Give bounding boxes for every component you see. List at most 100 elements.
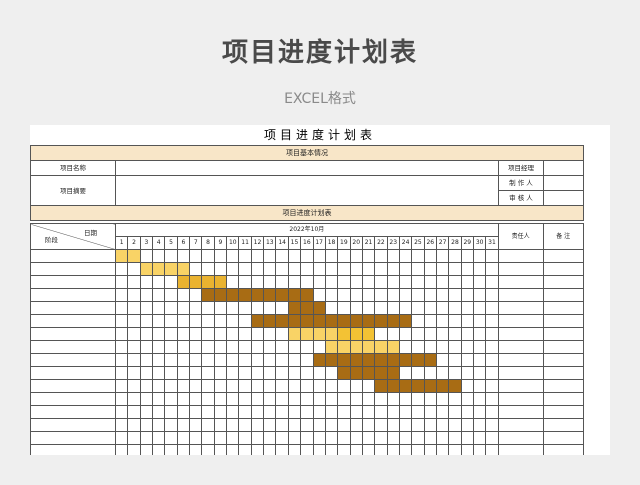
day-cell[interactable] <box>238 262 252 276</box>
schedule-bar-cell[interactable] <box>312 327 326 341</box>
remarks-cell[interactable] <box>542 301 584 315</box>
day-cell[interactable] <box>263 340 277 354</box>
day-cell[interactable] <box>152 301 166 315</box>
schedule-bar-cell[interactable] <box>398 314 413 328</box>
day-cell[interactable] <box>263 275 277 289</box>
schedule-bar-cell[interactable] <box>423 379 437 393</box>
schedule-bar-cell[interactable] <box>386 379 400 393</box>
day-cell[interactable] <box>275 353 289 367</box>
day-cell[interactable] <box>423 249 437 263</box>
day-cell[interactable] <box>127 405 141 419</box>
day-cell[interactable] <box>460 431 474 445</box>
day-cell[interactable] <box>139 379 154 393</box>
schedule-bar-cell[interactable] <box>300 301 314 315</box>
day-cell[interactable] <box>263 379 277 393</box>
day-cell[interactable] <box>435 249 450 263</box>
day-cell[interactable] <box>337 262 351 276</box>
day-cell[interactable] <box>238 392 252 406</box>
day-cell[interactable] <box>213 444 228 455</box>
day-cell[interactable] <box>114 366 129 380</box>
day-cell[interactable] <box>349 301 363 315</box>
schedule-bar-cell[interactable] <box>448 379 462 393</box>
day-cell[interactable] <box>472 275 487 289</box>
project-manager-cell[interactable] <box>543 160 584 176</box>
day-cell[interactable] <box>226 249 240 263</box>
day-cell[interactable] <box>485 288 499 302</box>
day-cell[interactable] <box>287 262 302 276</box>
day-cell[interactable] <box>275 340 289 354</box>
day-cell[interactable] <box>201 405 215 419</box>
day-cell[interactable] <box>398 340 413 354</box>
day-cell[interactable] <box>127 301 141 315</box>
day-cell[interactable] <box>423 340 437 354</box>
day-cell[interactable] <box>139 288 154 302</box>
day-cell[interactable] <box>423 405 437 419</box>
remarks-cell[interactable] <box>542 340 584 354</box>
day-cell[interactable] <box>448 340 462 354</box>
day-cell[interactable] <box>287 249 302 263</box>
schedule-bar-cell[interactable] <box>312 301 326 315</box>
day-cell[interactable] <box>189 366 203 380</box>
day-cell[interactable] <box>152 353 166 367</box>
day-cell[interactable] <box>164 314 178 328</box>
day-cell[interactable] <box>435 431 450 445</box>
day-cell[interactable] <box>152 275 166 289</box>
day-cell[interactable] <box>189 340 203 354</box>
day-cell[interactable] <box>127 366 141 380</box>
day-cell[interactable] <box>263 327 277 341</box>
day-cell[interactable] <box>361 301 376 315</box>
schedule-bar-cell[interactable] <box>263 288 277 302</box>
schedule-bar-cell[interactable] <box>287 301 302 315</box>
day-cell[interactable] <box>460 288 474 302</box>
day-cell[interactable] <box>423 366 437 380</box>
day-cell[interactable] <box>361 405 376 419</box>
day-cell[interactable] <box>139 314 154 328</box>
schedule-bar-cell[interactable] <box>411 379 425 393</box>
remarks-cell[interactable] <box>542 288 584 302</box>
day-cell[interactable] <box>238 249 252 263</box>
day-cell[interactable] <box>238 314 252 328</box>
day-cell[interactable] <box>423 301 437 315</box>
day-cell[interactable] <box>213 327 228 341</box>
maker-cell[interactable] <box>543 175 584 191</box>
day-cell[interactable] <box>398 418 413 432</box>
day-cell[interactable] <box>374 275 388 289</box>
day-cell[interactable] <box>139 431 154 445</box>
day-cell[interactable] <box>238 366 252 380</box>
day-cell[interactable] <box>374 405 388 419</box>
day-cell[interactable] <box>213 379 228 393</box>
day-cell[interactable] <box>201 340 215 354</box>
day-cell[interactable] <box>139 327 154 341</box>
day-cell[interactable] <box>176 288 191 302</box>
schedule-bar-cell[interactable] <box>361 327 376 341</box>
responsible-cell[interactable] <box>497 444 544 455</box>
schedule-bar-cell[interactable] <box>201 275 215 289</box>
responsible-cell[interactable] <box>497 431 544 445</box>
day-cell[interactable] <box>226 418 240 432</box>
stage-cell[interactable] <box>30 353 116 367</box>
remarks-cell[interactable] <box>542 392 584 406</box>
day-cell[interactable] <box>139 301 154 315</box>
day-cell[interactable] <box>127 431 141 445</box>
day-cell[interactable] <box>127 379 141 393</box>
day-cell[interactable] <box>337 405 351 419</box>
stage-cell[interactable] <box>30 340 116 354</box>
day-cell[interactable] <box>287 431 302 445</box>
day-cell[interactable] <box>176 366 191 380</box>
day-cell[interactable] <box>152 314 166 328</box>
day-cell[interactable] <box>226 366 240 380</box>
day-cell[interactable] <box>263 353 277 367</box>
schedule-bar-cell[interactable] <box>374 379 388 393</box>
day-cell[interactable] <box>448 301 462 315</box>
day-cell[interactable] <box>435 418 450 432</box>
schedule-bar-cell[interactable] <box>337 366 351 380</box>
day-cell[interactable] <box>448 249 462 263</box>
day-cell[interactable] <box>472 379 487 393</box>
day-cell[interactable] <box>152 288 166 302</box>
day-cell[interactable] <box>337 392 351 406</box>
stage-cell[interactable] <box>30 262 116 276</box>
day-cell[interactable] <box>411 392 425 406</box>
day-cell[interactable] <box>275 418 289 432</box>
day-cell[interactable] <box>164 366 178 380</box>
remarks-cell[interactable] <box>542 275 584 289</box>
